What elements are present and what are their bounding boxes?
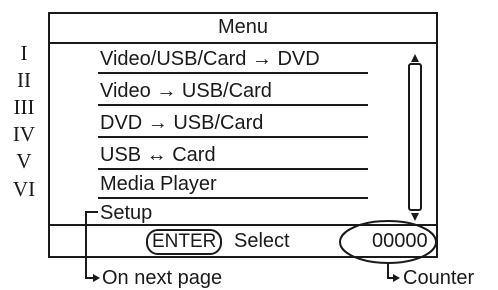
next-page-annotation: On next page	[102, 267, 223, 289]
counter-arrow-icon	[393, 274, 400, 282]
next-page-arrow-icon	[93, 274, 100, 282]
counter-highlight-ellipse	[339, 220, 437, 264]
counter-annotation: Counter	[403, 267, 475, 289]
next-page-callout-line	[85, 211, 98, 279]
callout-lines	[85, 211, 437, 282]
